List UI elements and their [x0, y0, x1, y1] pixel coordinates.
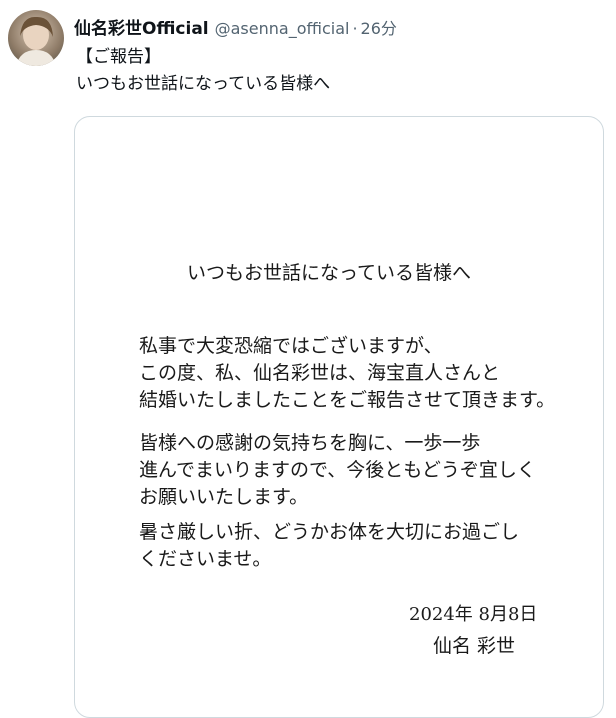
handwritten-letter: いつもお世話になっている皆様へ 私事で大変恐縮ではございますが、 この度、私、仙… [75, 117, 603, 717]
tweet-text: 【ご報告】 いつもお世話になっている皆様へ [76, 44, 330, 98]
letter-line: この度、私、仙名彩世は、海宝直人さんと [139, 362, 500, 384]
letter-date: 2024年 8月8日 [409, 604, 537, 625]
letter-line: 私事で大変恐縮ではございますが、 [139, 334, 443, 357]
separator-dot: · [352, 19, 358, 38]
letter-line: 暑さ厳しい折、どうかお体を大切にお過ごし [139, 521, 519, 543]
letter-line: 進んでまいりますので、今後ともどうぞ宜しく [139, 459, 536, 481]
letter-line: くださいませ。 [139, 548, 271, 570]
tweet-text-line: いつもお世話になっている皆様へ [76, 74, 331, 94]
tweet-text-line: 【ご報告】 [76, 47, 161, 67]
display-name[interactable]: 仙名彩世Official [74, 14, 209, 39]
avatar[interactable] [8, 10, 64, 66]
letter-line: お願いいたします。 [139, 486, 308, 508]
letter-signature: 仙名 彩世 [433, 635, 515, 657]
tweet-media-image[interactable]: いつもお世話になっている皆様へ 私事で大変恐縮ではございますが、 この度、私、仙… [74, 116, 604, 718]
avatar-photo [16, 16, 56, 66]
tweet-header: 仙名彩世Official @asenna_official · 26分 [74, 14, 397, 39]
letter-line: 皆様への感謝の気持ちを胸に、一歩一歩 [139, 432, 480, 454]
user-handle[interactable]: @asenna_official [215, 19, 350, 38]
tweet-timestamp[interactable]: 26分 [361, 15, 397, 39]
letter-title: いつもお世話になっている皆様へ [187, 262, 471, 284]
letter-line: 結婚いたしましたことをご報告させて頂きます。 [139, 389, 555, 411]
